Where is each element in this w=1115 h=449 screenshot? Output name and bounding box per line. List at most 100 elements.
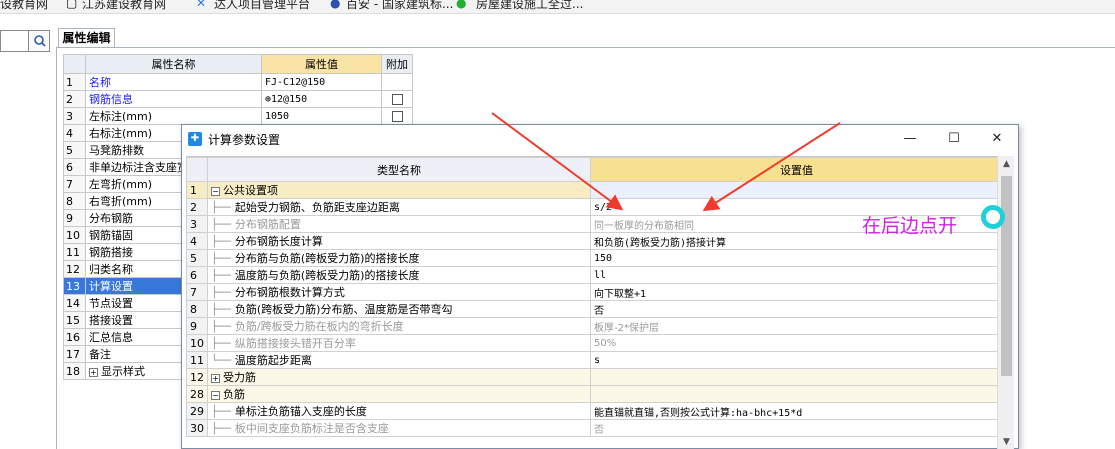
property-name-cell[interactable]: 钢筋信息: [85, 90, 262, 108]
collapse-icon[interactable]: −: [211, 186, 220, 196]
table-row[interactable]: 2 钢筋信息 ⊕12@150: [63, 90, 413, 108]
bookmark-item[interactable]: 江苏建设教育网: [82, 0, 166, 12]
property-name: 非单边标注含支座宽: [89, 161, 188, 174]
setting-label: 纵筋搭接接头错开百分率: [234, 337, 356, 350]
wechat-icon: ●: [456, 0, 467, 10]
property-value[interactable]: ⊕12@150: [261, 90, 382, 108]
row-number: 29: [186, 402, 208, 420]
setting-row[interactable]: 10 ├── 纵筋搭接接头错开百分率 50%: [186, 334, 1003, 352]
row-number: 1: [186, 181, 208, 199]
row-number: 8: [186, 300, 208, 318]
row-number: 4: [63, 124, 86, 142]
setting-name-cell[interactable]: ├── 分布筋与负筋(跨板受力筋)的搭接长度: [207, 249, 591, 267]
search-input[interactable]: [0, 30, 29, 52]
property-value[interactable]: FJ-C12@150: [261, 73, 382, 91]
setting-name-cell[interactable]: − 公共设置项: [207, 181, 591, 199]
search-button[interactable]: [29, 30, 50, 52]
setting-name-cell[interactable]: ├── 起始受力钢筋、负筋距支座边距离: [207, 198, 591, 216]
setting-value[interactable]: 50%: [590, 334, 1003, 352]
maximize-button[interactable]: ☐: [939, 128, 969, 150]
setting-name-cell[interactable]: + 受力筋: [207, 368, 591, 386]
group-row[interactable]: 1− 公共设置项: [186, 181, 1003, 199]
setting-value[interactable]: ll: [590, 266, 1003, 284]
scroll-thumb[interactable]: [1001, 176, 1012, 376]
row-number: 17: [63, 345, 86, 363]
setting-name-cell[interactable]: └── 温度筋起步距离: [207, 351, 591, 369]
row-number: 3: [186, 215, 208, 233]
tree-connector: ├──: [211, 405, 231, 418]
table-row[interactable]: 1 名称 FJ-C12@150: [63, 73, 413, 91]
setting-value[interactable]: 否: [590, 419, 1003, 437]
setting-name-cell[interactable]: − 负筋: [207, 385, 591, 403]
group-row[interactable]: 28− 负筋: [186, 385, 1003, 403]
setting-row[interactable]: 30 ├── 板中间支座负筋标注是否含支座否: [186, 419, 1003, 437]
table-row[interactable]: 3 左标注(mm) 1050: [63, 107, 413, 125]
extra-cell[interactable]: [381, 107, 413, 125]
setting-value[interactable]: 板厚-2*保护层: [590, 317, 1003, 335]
setting-row[interactable]: 11 └── 温度筋起步距离 s: [186, 351, 1003, 369]
property-value[interactable]: 1050: [261, 107, 382, 125]
property-name-cell[interactable]: 左标注(mm): [85, 107, 262, 125]
tree-connector: ├──: [211, 337, 231, 350]
setting-value[interactable]: 150: [590, 249, 1003, 267]
property-name: 右弯折(mm): [89, 195, 153, 208]
bookmark-bar: 设教育网 ▢ 江苏建设教育网 ✕ 达人项目管理平台 ● 百安 - 国家建筑标..…: [0, 0, 1115, 14]
bookmark-item[interactable]: 房屋建设施工全过...: [476, 0, 583, 12]
minimize-button[interactable]: —: [895, 128, 925, 150]
setting-name-cell[interactable]: ├── 分布钢筋根数计算方式: [207, 283, 591, 301]
setting-value[interactable]: s: [590, 351, 1003, 369]
search-icon: [34, 35, 46, 47]
row-number: 30: [186, 419, 208, 437]
row-number: 4: [186, 232, 208, 250]
setting-value: [590, 385, 1003, 403]
setting-row[interactable]: 7 ├── 分布钢筋根数计算方式 向下取整+1: [186, 283, 1003, 301]
row-number: 13: [63, 277, 86, 295]
setting-name-cell[interactable]: ├── 温度筋与负筋(跨板受力筋)的搭接长度: [207, 266, 591, 284]
setting-value: [590, 181, 1003, 199]
setting-row[interactable]: 5 ├── 分布筋与负筋(跨板受力筋)的搭接长度 150: [186, 249, 1003, 267]
bookmark-item[interactable]: 设教育网: [0, 0, 48, 12]
setting-row[interactable]: 9 ├── 负筋/跨板受力筋在板内的弯折长度 板厚-2*保护层: [186, 317, 1003, 335]
setting-label: 温度筋起步距离: [234, 354, 312, 367]
property-name: 钢筋锚固: [89, 229, 133, 242]
setting-name-cell[interactable]: ├── 板中间支座负筋标注是否含支座: [207, 419, 591, 437]
vertical-scrollbar[interactable]: ▲ ▼: [997, 156, 1014, 449]
tab-property-edit[interactable]: 属性编辑: [58, 28, 115, 48]
setting-value[interactable]: 能直锚就直锚,否则按公式计算:ha-bhc+15*d: [590, 402, 1003, 420]
close-button[interactable]: ✕: [982, 128, 1012, 150]
dialog-titlebar[interactable]: ✚ 计算参数设置 — ☐ ✕: [182, 125, 1018, 153]
setting-value[interactable]: 否: [590, 300, 1003, 318]
scroll-up-icon[interactable]: ▲: [998, 156, 1015, 172]
setting-row[interactable]: 6 ├── 温度筋与负筋(跨板受力筋)的搭接长度 ll: [186, 266, 1003, 284]
bookmark-item[interactable]: 百安 - 国家建筑标...: [346, 0, 453, 12]
setting-name-cell[interactable]: ├── 单标注负筋锚入支座的长度: [207, 402, 591, 420]
setting-name-cell[interactable]: ├── 负筋/跨板受力筋在板内的弯折长度: [207, 317, 591, 335]
tree-connector: └──: [211, 354, 231, 367]
extra-checkbox[interactable]: [391, 111, 403, 122]
setting-name-cell[interactable]: ├── 负筋(跨板受力筋)分布筋、温度筋是否带弯勾: [207, 300, 591, 318]
extra-cell[interactable]: [381, 90, 413, 108]
row-number: 2: [186, 198, 208, 216]
settings-grid-wrapper: 类型名称 设置值 1− 公共设置项 2 ├── 起始受力钢筋、负筋距支座边距离 s/2 3 ├…: [186, 156, 1014, 449]
collapse-icon[interactable]: −: [211, 390, 220, 400]
extra-checkbox[interactable]: [391, 94, 403, 105]
group-row[interactable]: 12 + 受力筋: [186, 368, 1003, 386]
dialog-title: 计算参数设置: [208, 133, 281, 147]
property-name: 马凳筋排数: [89, 144, 144, 157]
setting-name-cell[interactable]: ├── 纵筋搭接接头错开百分率: [207, 334, 591, 352]
expand-icon[interactable]: +: [89, 367, 98, 377]
setting-name-cell[interactable]: ├── 分布钢筋配置: [207, 215, 591, 233]
row-number: 7: [63, 175, 86, 193]
scroll-down-icon[interactable]: ▼: [998, 434, 1015, 449]
property-name: 归类名称: [89, 263, 133, 276]
setting-row[interactable]: 8 ├── 负筋(跨板受力筋)分布筋、温度筋是否带弯勾否: [186, 300, 1003, 318]
row-number: 6: [186, 266, 208, 284]
bookmark-item[interactable]: 达人项目管理平台: [214, 0, 310, 12]
property-name-cell[interactable]: 名称: [85, 73, 262, 91]
setting-value[interactable]: 向下取整+1: [590, 283, 1003, 301]
property-name: 左弯折(mm): [89, 178, 153, 191]
expand-icon[interactable]: +: [211, 373, 220, 383]
row-number: 2: [63, 90, 86, 108]
setting-name-cell[interactable]: ├── 分布钢筋长度计算: [207, 232, 591, 250]
setting-row[interactable]: 29 ├── 单标注负筋锚入支座的长度 能直锚就直锚,否则按公式计算:ha-bhc+1…: [186, 402, 1003, 420]
